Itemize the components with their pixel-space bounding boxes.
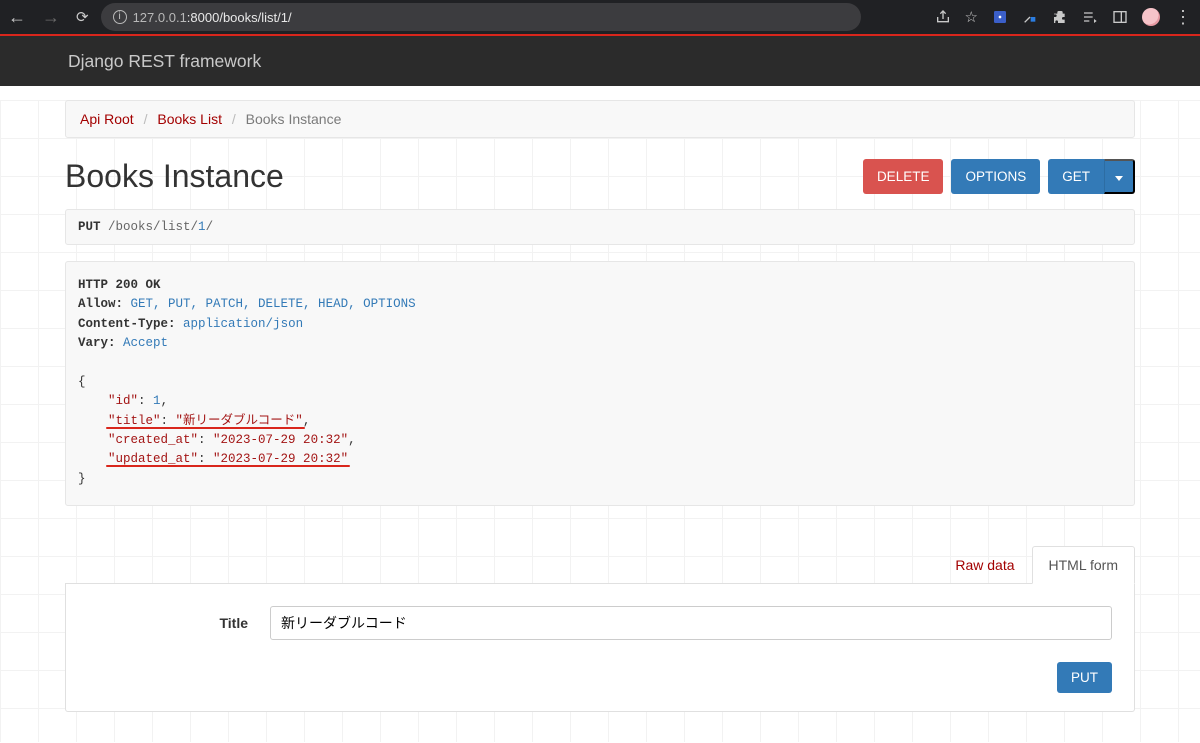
address-bar[interactable]: i 127.0.0.1:8000/books/list/1/: [101, 3, 861, 31]
json-updated-val: "2023-07-29 20:32": [213, 452, 348, 466]
request-line: PUT /books/list/1/: [65, 209, 1135, 245]
app-navbar: Django REST framework: [0, 36, 1200, 86]
options-button[interactable]: OPTIONS: [951, 159, 1040, 194]
page-header: Books Instance DELETE OPTIONS GET: [65, 158, 1135, 195]
json-created-val: "2023-07-29 20:32": [213, 433, 348, 447]
title-label: Title: [88, 615, 248, 631]
chevron-down-icon: [1115, 176, 1123, 181]
delete-button[interactable]: DELETE: [863, 159, 944, 194]
json-id-val: 1: [153, 394, 161, 408]
site-info-icon[interactable]: i: [113, 10, 127, 24]
breadcrumb-sep: /: [138, 111, 154, 127]
forward-icon[interactable]: →: [42, 7, 60, 28]
url-path: :8000/books/list/1/: [187, 10, 292, 25]
page-title: Books Instance: [65, 158, 284, 195]
request-method: PUT: [78, 220, 101, 234]
form-area: Raw data HTML form Title PUT: [65, 546, 1135, 712]
tab-html-form[interactable]: HTML form: [1032, 546, 1135, 584]
get-dropdown-toggle[interactable]: [1104, 159, 1135, 194]
breadcrumb-sep: /: [226, 111, 242, 127]
status-line: HTTP 200 OK: [78, 278, 161, 292]
extension-react-icon[interactable]: [992, 9, 1008, 25]
json-id-key: "id": [108, 394, 138, 408]
json-title-key: "title": [108, 414, 161, 428]
reload-icon[interactable]: ⟳: [76, 8, 89, 26]
extension-eyedropper-icon[interactable]: [1022, 9, 1038, 25]
breadcrumb-current: Books Instance: [246, 111, 342, 127]
browser-menu-icon[interactable]: ⋮: [1174, 7, 1192, 28]
panel-icon[interactable]: [1112, 9, 1128, 25]
profile-avatar-icon[interactable]: [1142, 8, 1160, 26]
breadcrumb-parent[interactable]: Books List: [157, 111, 222, 127]
bookmark-star-icon[interactable]: ☆: [965, 8, 978, 26]
json-created-key: "created_at": [108, 433, 198, 447]
playlist-icon[interactable]: [1082, 9, 1098, 25]
vary-label: Vary:: [78, 336, 116, 350]
put-button[interactable]: PUT: [1057, 662, 1112, 693]
request-path-prefix: /books/list/: [101, 220, 199, 234]
ctype-value: application/json: [183, 317, 303, 331]
allow-label: Allow:: [78, 297, 123, 311]
share-icon[interactable]: [935, 9, 951, 25]
url-host: 127.0.0.1: [133, 10, 187, 25]
nav-buttons: ← → ⟳: [8, 7, 89, 28]
form-row-title: Title: [88, 606, 1112, 640]
extensions-puzzle-icon[interactable]: [1052, 9, 1068, 25]
back-icon[interactable]: ←: [8, 7, 26, 28]
brand-link[interactable]: Django REST framework: [68, 51, 261, 72]
tab-raw-data[interactable]: Raw data: [938, 546, 1031, 584]
html-form-panel: Title PUT: [65, 584, 1135, 712]
json-updated-key: "updated_at": [108, 452, 198, 466]
form-tabbar: Raw data HTML form: [65, 546, 1135, 584]
get-button-group: GET: [1048, 159, 1135, 194]
request-path-id: 1: [198, 220, 206, 234]
browser-chrome: ← → ⟳ i 127.0.0.1:8000/books/list/1/ ☆ ⋮: [0, 0, 1200, 36]
json-title-val: "新リーダブルコード": [176, 414, 303, 428]
vary-value: Accept: [123, 336, 168, 350]
response-block: HTTP 200 OK Allow: GET, PUT, PATCH, DELE…: [65, 261, 1135, 506]
ctype-label: Content-Type:: [78, 317, 176, 331]
breadcrumb: Api Root / Books List / Books Instance: [65, 100, 1135, 138]
allow-value: GET, PUT, PATCH, DELETE, HEAD, OPTIONS: [131, 297, 416, 311]
form-actions: PUT: [88, 662, 1112, 693]
get-button[interactable]: GET: [1048, 159, 1104, 194]
title-input[interactable]: [270, 606, 1112, 640]
header-actions: DELETE OPTIONS GET: [863, 159, 1135, 194]
breadcrumb-root[interactable]: Api Root: [80, 111, 134, 127]
browser-action-icons: ☆ ⋮: [935, 7, 1192, 28]
request-path-suffix: /: [206, 220, 214, 234]
